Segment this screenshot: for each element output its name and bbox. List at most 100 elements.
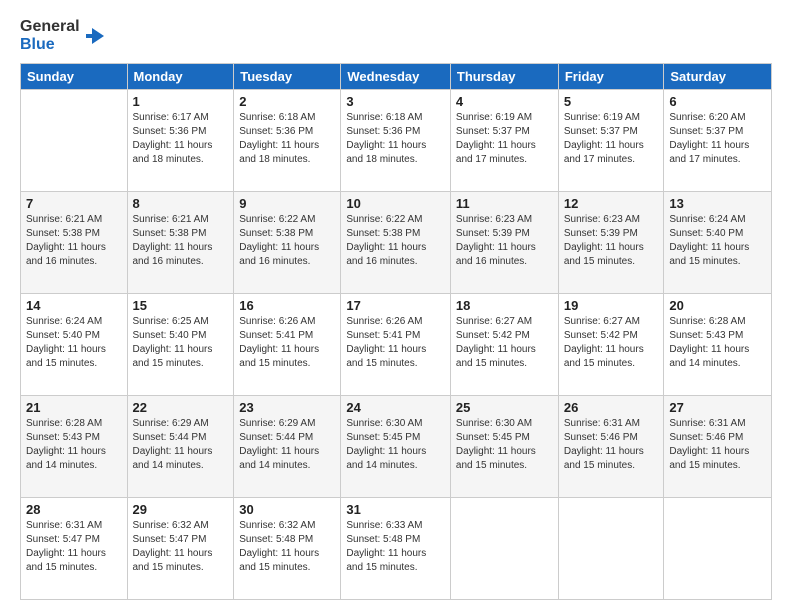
calendar-cell: 20 Sunrise: 6:28 AMSunset: 5:43 PMDayligh… xyxy=(664,294,772,396)
logo-general: General xyxy=(20,18,80,35)
day-number: 4 xyxy=(456,94,553,109)
cell-info: Sunrise: 6:27 AMSunset: 5:42 PMDaylight:… xyxy=(456,315,553,371)
cell-info: Sunrise: 6:28 AMSunset: 5:43 PMDaylight:… xyxy=(669,315,766,371)
calendar-cell: 31Sunrise: 6:33 AMSunset: 5:48 PMDayligh… xyxy=(341,498,451,600)
logo-blue-text: Blue xyxy=(20,36,55,53)
calendar-cell: 17 Sunrise: 6:26 AMSunset: 5:41 PMDayligh… xyxy=(341,294,451,396)
day-number: 27 xyxy=(669,400,766,415)
calendar-cell: 3 Sunrise: 6:18 AMSunset: 5:36 PMDaylight… xyxy=(341,90,451,192)
calendar-cell: 29Sunrise: 6:32 AMSunset: 5:47 PMDayligh… xyxy=(127,498,234,600)
weekday-header-thursday: Thursday xyxy=(450,64,558,90)
day-number: 15 xyxy=(133,298,229,313)
calendar-cell: 16Sunrise: 6:26 AMSunset: 5:41 PMDayligh… xyxy=(234,294,341,396)
weekday-header-friday: Friday xyxy=(558,64,664,90)
day-number: 17 xyxy=(346,298,445,313)
day-number: 22 xyxy=(133,400,229,415)
logo-wrapper: General Blue xyxy=(20,18,106,53)
day-number: 25 xyxy=(456,400,553,415)
calendar-cell: 11Sunrise: 6:23 AMSunset: 5:39 PMDayligh… xyxy=(450,192,558,294)
logo-text-block: General Blue xyxy=(20,18,80,53)
week-row-1: 1 Sunrise: 6:17 AMSunset: 5:36 PMDaylight… xyxy=(21,90,772,192)
cell-info: Sunrise: 6:33 AMSunset: 5:48 PMDaylight:… xyxy=(346,519,445,575)
calendar-cell: 1 Sunrise: 6:17 AMSunset: 5:36 PMDaylight… xyxy=(127,90,234,192)
calendar-cell: 6 Sunrise: 6:20 AMSunset: 5:37 PMDaylight… xyxy=(664,90,772,192)
calendar-cell: 25 Sunrise: 6:30 AMSunset: 5:45 PMDayligh… xyxy=(450,396,558,498)
cell-info: Sunrise: 6:32 AMSunset: 5:47 PMDaylight:… xyxy=(133,519,229,575)
calendar-cell: 5 Sunrise: 6:19 AMSunset: 5:37 PMDaylight… xyxy=(558,90,664,192)
cell-info: Sunrise: 6:26 AMSunset: 5:41 PMDaylight:… xyxy=(346,315,445,371)
day-number: 21 xyxy=(26,400,122,415)
day-number: 26 xyxy=(564,400,659,415)
calendar-cell: 30Sunrise: 6:32 AMSunset: 5:48 PMDayligh… xyxy=(234,498,341,600)
cell-info: Sunrise: 6:20 AMSunset: 5:37 PMDaylight:… xyxy=(669,111,766,167)
cell-info: Sunrise: 6:31 AMSunset: 5:46 PMDaylight:… xyxy=(669,417,766,473)
weekday-header-wednesday: Wednesday xyxy=(341,64,451,90)
cell-info: Sunrise: 6:27 AMSunset: 5:42 PMDaylight:… xyxy=(564,315,659,371)
calendar-table: SundayMondayTuesdayWednesdayThursdayFrid… xyxy=(20,63,772,600)
cell-info: Sunrise: 6:28 AMSunset: 5:43 PMDaylight:… xyxy=(26,417,122,473)
cell-info: Sunrise: 6:21 AMSunset: 5:38 PMDaylight:… xyxy=(26,213,122,269)
weekday-header-row: SundayMondayTuesdayWednesdayThursdayFrid… xyxy=(21,64,772,90)
day-number: 10 xyxy=(346,196,445,211)
day-number: 18 xyxy=(456,298,553,313)
day-number: 13 xyxy=(669,196,766,211)
day-number: 9 xyxy=(239,196,335,211)
week-row-4: 21 Sunrise: 6:28 AMSunset: 5:43 PMDayligh… xyxy=(21,396,772,498)
calendar-cell: 2 Sunrise: 6:18 AMSunset: 5:36 PMDaylight… xyxy=(234,90,341,192)
calendar-cell: 19 Sunrise: 6:27 AMSunset: 5:42 PMDayligh… xyxy=(558,294,664,396)
day-number: 19 xyxy=(564,298,659,313)
day-number: 24 xyxy=(346,400,445,415)
calendar-cell: 9 Sunrise: 6:22 AMSunset: 5:38 PMDaylight… xyxy=(234,192,341,294)
day-number: 23 xyxy=(239,400,335,415)
day-number: 11 xyxy=(456,196,553,211)
cell-info: Sunrise: 6:30 AMSunset: 5:45 PMDaylight:… xyxy=(456,417,553,473)
day-number: 20 xyxy=(669,298,766,313)
calendar-cell xyxy=(664,498,772,600)
weekday-header-saturday: Saturday xyxy=(664,64,772,90)
calendar-cell: 15 Sunrise: 6:25 AMSunset: 5:40 PMDayligh… xyxy=(127,294,234,396)
logo: General Blue xyxy=(20,18,106,53)
weekday-header-monday: Monday xyxy=(127,64,234,90)
cell-info: Sunrise: 6:30 AMSunset: 5:45 PMDaylight:… xyxy=(346,417,445,473)
calendar-cell: 18 Sunrise: 6:27 AMSunset: 5:42 PMDayligh… xyxy=(450,294,558,396)
page: General Blue SundayMondayTuesdayWednesda… xyxy=(0,0,792,612)
calendar-cell: 14Sunrise: 6:24 AMSunset: 5:40 PMDayligh… xyxy=(21,294,128,396)
calendar-cell: 26 Sunrise: 6:31 AMSunset: 5:46 PMDayligh… xyxy=(558,396,664,498)
cell-info: Sunrise: 6:32 AMSunset: 5:48 PMDaylight:… xyxy=(239,519,335,575)
calendar-cell: 22Sunrise: 6:29 AMSunset: 5:44 PMDayligh… xyxy=(127,396,234,498)
weekday-header-sunday: Sunday xyxy=(21,64,128,90)
header: General Blue xyxy=(20,18,772,53)
cell-info: Sunrise: 6:23 AMSunset: 5:39 PMDaylight:… xyxy=(564,213,659,269)
cell-info: Sunrise: 6:22 AMSunset: 5:38 PMDaylight:… xyxy=(239,213,335,269)
calendar-cell: 23 Sunrise: 6:29 AMSunset: 5:44 PMDayligh… xyxy=(234,396,341,498)
calendar-cell: 27 Sunrise: 6:31 AMSunset: 5:46 PMDayligh… xyxy=(664,396,772,498)
cell-info: Sunrise: 6:22 AMSunset: 5:38 PMDaylight:… xyxy=(346,213,445,269)
cell-info: Sunrise: 6:31 AMSunset: 5:47 PMDaylight:… xyxy=(26,519,122,575)
calendar-cell: 28 Sunrise: 6:31 AMSunset: 5:47 PMDayligh… xyxy=(21,498,128,600)
day-number: 6 xyxy=(669,94,766,109)
calendar-cell: 13Sunrise: 6:24 AMSunset: 5:40 PMDayligh… xyxy=(664,192,772,294)
cell-info: Sunrise: 6:21 AMSunset: 5:38 PMDaylight:… xyxy=(133,213,229,269)
calendar-cell: 10 Sunrise: 6:22 AMSunset: 5:38 PMDayligh… xyxy=(341,192,451,294)
calendar-cell: 8 Sunrise: 6:21 AMSunset: 5:38 PMDaylight… xyxy=(127,192,234,294)
day-number: 3 xyxy=(346,94,445,109)
day-number: 5 xyxy=(564,94,659,109)
calendar-cell xyxy=(450,498,558,600)
week-row-2: 7Sunrise: 6:21 AMSunset: 5:38 PMDaylight… xyxy=(21,192,772,294)
week-row-5: 28 Sunrise: 6:31 AMSunset: 5:47 PMDayligh… xyxy=(21,498,772,600)
cell-info: Sunrise: 6:31 AMSunset: 5:46 PMDaylight:… xyxy=(564,417,659,473)
calendar-cell: 24 Sunrise: 6:30 AMSunset: 5:45 PMDayligh… xyxy=(341,396,451,498)
weekday-header-tuesday: Tuesday xyxy=(234,64,341,90)
cell-info: Sunrise: 6:25 AMSunset: 5:40 PMDaylight:… xyxy=(133,315,229,371)
day-number: 8 xyxy=(133,196,229,211)
day-number: 1 xyxy=(133,94,229,109)
cell-info: Sunrise: 6:19 AMSunset: 5:37 PMDaylight:… xyxy=(564,111,659,167)
cell-info: Sunrise: 6:18 AMSunset: 5:36 PMDaylight:… xyxy=(239,111,335,167)
cell-info: Sunrise: 6:18 AMSunset: 5:36 PMDaylight:… xyxy=(346,111,445,167)
day-number: 28 xyxy=(26,502,122,517)
cell-info: Sunrise: 6:26 AMSunset: 5:41 PMDaylight:… xyxy=(239,315,335,371)
cell-info: Sunrise: 6:17 AMSunset: 5:36 PMDaylight:… xyxy=(133,111,229,167)
day-number: 2 xyxy=(239,94,335,109)
day-number: 12 xyxy=(564,196,659,211)
cell-info: Sunrise: 6:29 AMSunset: 5:44 PMDaylight:… xyxy=(239,417,335,473)
